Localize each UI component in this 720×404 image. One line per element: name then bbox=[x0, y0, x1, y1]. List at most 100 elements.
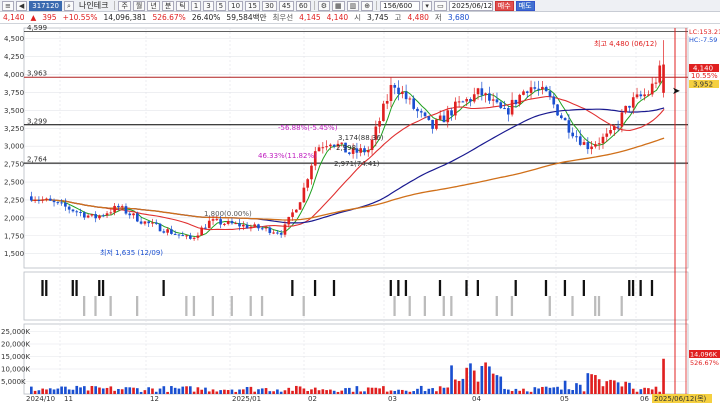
volume-bar bbox=[249, 386, 253, 394]
interval-5-button[interactable]: 5 bbox=[215, 0, 227, 11]
volume-bar bbox=[647, 388, 650, 394]
candle-body bbox=[211, 219, 215, 221]
volume-bar bbox=[321, 389, 325, 394]
interval-3-button[interactable]: 3 bbox=[203, 0, 214, 11]
interval-1-button[interactable]: 1 bbox=[190, 0, 202, 11]
y-tick-label: 3,750 bbox=[4, 89, 24, 97]
prev-button[interactable]: ◀ bbox=[15, 0, 28, 11]
sell-button[interactable]: 매도 bbox=[515, 0, 535, 11]
interval-60-button[interactable]: 60 bbox=[295, 0, 311, 11]
x-tick-label: 03 bbox=[388, 395, 397, 403]
volume-bar bbox=[548, 387, 552, 394]
volume-bar bbox=[242, 389, 245, 394]
volume-bar bbox=[64, 386, 67, 394]
page-counter-input[interactable]: 156/600 bbox=[380, 0, 421, 11]
interval-15-button[interactable]: 15 bbox=[245, 0, 260, 11]
candle-body bbox=[423, 112, 427, 117]
volume-bar bbox=[382, 386, 385, 394]
volume-bar bbox=[635, 391, 639, 394]
period-year-button[interactable]: 년 bbox=[147, 0, 160, 11]
best-quote-label: 최우선 bbox=[272, 13, 294, 22]
candle-body bbox=[609, 130, 612, 134]
volume-bar bbox=[264, 388, 268, 394]
date-input[interactable]: 2025/06/12 bbox=[448, 0, 493, 11]
y-tick-label: 1,500 bbox=[4, 250, 24, 258]
candle-body bbox=[533, 87, 537, 89]
candle-body bbox=[136, 213, 139, 222]
stock-name[interactable]: 나인테크 bbox=[76, 0, 111, 11]
chart-type-icon[interactable]: ▥ bbox=[346, 0, 360, 11]
stock-chart[interactable]: 4,500 4,250 4,000 3,750 3,500 3,250 3,00… bbox=[0, 24, 720, 404]
volume-bar bbox=[639, 389, 643, 394]
interval-45-button[interactable]: 45 bbox=[278, 0, 294, 11]
signal-bar bbox=[514, 280, 517, 296]
volume-bar bbox=[306, 391, 310, 394]
period-minute-button[interactable]: 분 bbox=[161, 0, 175, 11]
candle-body bbox=[378, 121, 381, 127]
candle-body bbox=[624, 105, 628, 113]
pivot-annotation: 2,971(74.41) bbox=[334, 160, 380, 168]
signal-bar bbox=[442, 296, 445, 316]
candle-body bbox=[597, 143, 601, 145]
pivot-annotation: 3,174(88.36) bbox=[338, 134, 384, 142]
candle-body bbox=[132, 213, 135, 216]
signal-bar bbox=[83, 296, 86, 316]
signal-bar bbox=[423, 296, 426, 316]
candle-body bbox=[419, 111, 423, 113]
candle-body bbox=[541, 86, 544, 90]
volume-ratio: 526.67% bbox=[152, 13, 186, 22]
search-icon[interactable]: ⌕ bbox=[64, 0, 74, 11]
interval-30-button[interactable]: 30 bbox=[261, 0, 277, 11]
y-tick-label: 2,750 bbox=[4, 161, 24, 169]
candle-body bbox=[90, 214, 94, 216]
candle-body bbox=[298, 202, 302, 210]
candle-body bbox=[249, 226, 253, 229]
level-label: 4,599 bbox=[27, 24, 47, 32]
candle-body bbox=[75, 211, 79, 213]
volume-bar bbox=[52, 389, 56, 394]
volume-tick-label: 15,000K bbox=[1, 353, 30, 361]
signal-bar bbox=[249, 296, 252, 316]
volume-bar bbox=[170, 386, 173, 394]
candle-body bbox=[71, 209, 75, 212]
chevron-down-icon[interactable]: ▾ bbox=[422, 0, 433, 11]
signal-bar bbox=[393, 296, 396, 316]
volume-bar bbox=[207, 391, 211, 394]
pointer-icon[interactable]: ➤ bbox=[672, 86, 680, 97]
menu-icon[interactable]: ≡ bbox=[2, 0, 14, 11]
candle-body bbox=[586, 142, 590, 150]
stock-code-input[interactable]: 317120 bbox=[29, 0, 62, 11]
volume-bar bbox=[514, 388, 518, 394]
volume-bar bbox=[196, 387, 200, 394]
signal-bar bbox=[211, 296, 214, 316]
candle-body bbox=[325, 146, 328, 148]
calendar-icon[interactable]: ▭ bbox=[434, 0, 447, 11]
volume-bar bbox=[366, 387, 370, 394]
volume-bar bbox=[552, 387, 556, 394]
candle-body bbox=[397, 87, 400, 94]
candle-body bbox=[654, 82, 658, 84]
zoom-icon[interactable]: ⊕ bbox=[361, 0, 374, 11]
price-change: 395 bbox=[42, 13, 57, 22]
candle-body bbox=[476, 88, 480, 95]
volume-bar bbox=[507, 389, 510, 394]
candle-body bbox=[454, 101, 457, 116]
signal-bar bbox=[136, 296, 139, 316]
candle-body bbox=[154, 222, 158, 224]
volume-bar bbox=[624, 381, 628, 394]
grid-icon[interactable]: ▦ bbox=[332, 0, 345, 11]
volume-bar bbox=[37, 390, 41, 394]
volume-bar bbox=[90, 385, 94, 394]
signal-bar bbox=[639, 280, 642, 296]
volume-bar bbox=[325, 390, 328, 394]
settings-icon[interactable]: ⚙ bbox=[317, 0, 331, 11]
candle-body bbox=[348, 152, 351, 154]
interval-10-button[interactable]: 10 bbox=[228, 0, 244, 11]
volume-bar bbox=[359, 391, 363, 394]
y-tick-label: 2,000 bbox=[4, 214, 24, 222]
signal-bar bbox=[408, 296, 411, 316]
period-month-button[interactable]: 월 bbox=[132, 0, 146, 11]
period-week-button[interactable]: 주 bbox=[118, 0, 131, 11]
buy-button[interactable]: 매수 bbox=[494, 0, 514, 11]
period-tick-button[interactable]: 틱 bbox=[176, 0, 189, 11]
